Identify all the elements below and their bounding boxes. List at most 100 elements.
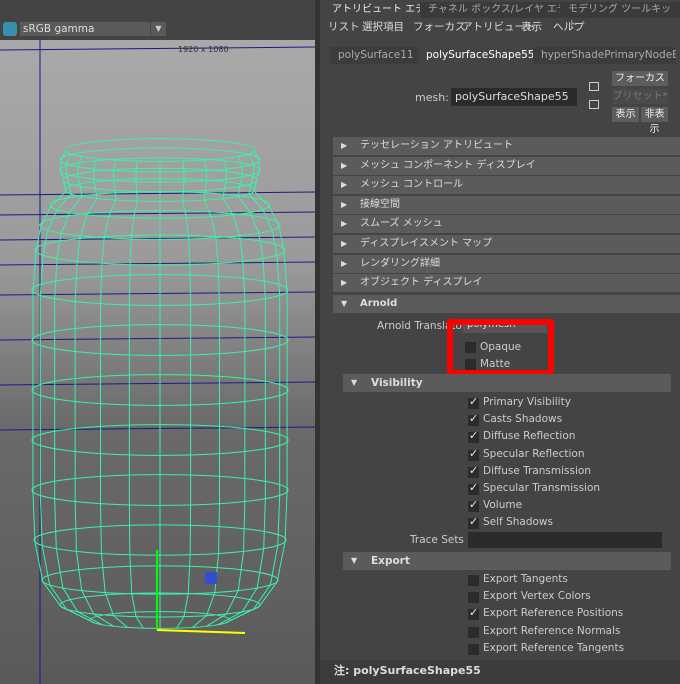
triangle-down-icon: ▼ xyxy=(351,378,358,387)
wire-meridian xyxy=(128,161,144,629)
checkbox[interactable] xyxy=(468,626,479,638)
checkbox-label: Primary Visibility xyxy=(483,396,571,408)
trace-sets-field[interactable] xyxy=(468,532,662,548)
resolution-gate-label: 1920 x 1080 xyxy=(178,45,229,54)
checkbox-label: Volume xyxy=(483,499,523,512)
checkbox-label: Export Reference Normals xyxy=(483,624,621,637)
jar-wireframe xyxy=(0,40,315,684)
wire-meridian xyxy=(100,159,128,628)
checkbox-label: Specular Reflection xyxy=(483,447,585,460)
section-label: オブジェクト ディスプレイ xyxy=(360,277,483,289)
wire-meridian xyxy=(54,156,103,626)
wire-meridian xyxy=(192,159,220,628)
node-tab-polysurface11[interactable]: polySurface11 xyxy=(330,47,422,64)
section-label: 接線空間 xyxy=(360,198,400,210)
menu-selected[interactable]: 選択項目 xyxy=(362,19,404,34)
checkbox[interactable] xyxy=(468,464,479,478)
highlight-box xyxy=(447,319,554,376)
menu-show[interactable]: 表示 xyxy=(521,19,542,34)
section-collapsed[interactable]: ▶ スムーズ メッシュ xyxy=(333,215,680,234)
checkbox-label: Diffuse Reflection xyxy=(483,430,576,443)
triangle-right-icon: ▶ xyxy=(341,199,348,209)
section-collapsed[interactable]: ▶ オブジェクト ディスプレイ xyxy=(333,274,680,293)
mesh-label: mesh: xyxy=(415,91,449,104)
section-label: メッシュ コントロール xyxy=(360,179,464,191)
checkbox-label: Specular Transmission xyxy=(483,482,601,494)
checkbox[interactable] xyxy=(468,643,479,655)
triangle-right-icon: ▶ xyxy=(341,239,348,248)
wire-meridian xyxy=(229,151,288,622)
triangle-right-icon: ▶ xyxy=(341,160,348,170)
wire-meridian xyxy=(217,156,266,626)
section-collapsed[interactable]: ▶ テッセレーション アトリビュート xyxy=(333,137,680,155)
triangle-right-icon: ▶ xyxy=(341,219,348,229)
load-input-icon[interactable] xyxy=(589,82,599,91)
section-collapsed[interactable]: ▶ ディスプレイスメント マップ xyxy=(333,235,680,253)
checkbox-label: Export Reference Positions xyxy=(483,607,624,620)
chevron-down-icon[interactable]: ▼ xyxy=(151,22,166,36)
grid-line xyxy=(0,291,315,296)
node-tab-hypershade[interactable]: hyperShadePrimaryNodeEd xyxy=(533,47,676,64)
menu-list[interactable]: リスト xyxy=(328,19,360,34)
wire-meridian xyxy=(176,161,192,629)
focus-button[interactable]: フォーカス xyxy=(612,71,668,86)
menu-help[interactable]: ヘルプ xyxy=(553,19,585,34)
show-button[interactable]: 表示 xyxy=(612,107,639,122)
trace-sets-label: Trace Sets xyxy=(410,534,464,546)
checkbox[interactable] xyxy=(468,498,479,513)
wire-meridian xyxy=(206,158,246,627)
grid-line xyxy=(0,336,315,341)
color-space-select[interactable]: sRGB gamma xyxy=(20,22,150,36)
checkbox[interactable] xyxy=(468,395,479,409)
section-label: Arnold xyxy=(360,298,398,309)
tab-modeling-toolkit[interactable]: モデリング ツールキット xyxy=(560,2,680,31)
grid-line xyxy=(0,46,315,51)
color-management-icon[interactable] xyxy=(3,22,17,36)
checkbox[interactable] xyxy=(468,429,479,444)
pivot-handle xyxy=(205,572,217,584)
triangle-right-icon: ▶ xyxy=(341,180,348,190)
section-arnold[interactable]: ▼ Arnold xyxy=(333,295,680,313)
section-collapsed[interactable]: ▶ 接線空間 xyxy=(333,195,680,214)
checkbox[interactable] xyxy=(468,481,479,495)
checkbox-label: Export Tangents xyxy=(483,573,568,585)
wire-meridian xyxy=(74,158,114,627)
checkbox-label: Export Vertex Colors xyxy=(483,590,591,603)
status-note: 注: polySurfaceShape55 xyxy=(320,660,680,684)
section-label: ディスプレイスメント マップ xyxy=(360,238,493,249)
preset-button[interactable]: プリセット* xyxy=(612,89,668,104)
node-tab-polysurfaceshape55[interactable]: polySurfaceShape55 xyxy=(418,47,543,64)
triangle-down-icon: ▼ xyxy=(351,556,358,565)
wire-meridian xyxy=(32,151,91,622)
section-export[interactable]: ▼ Export xyxy=(343,552,671,570)
triangle-right-icon: ▶ xyxy=(341,278,348,288)
section-label: Visibility xyxy=(371,377,423,389)
mesh-name-field[interactable]: polySurfaceShape55 xyxy=(451,88,577,106)
grid-line xyxy=(0,426,315,431)
section-label: テッセレーション アトリビュート xyxy=(360,140,513,151)
checkbox[interactable] xyxy=(468,412,479,427)
load-output-icon[interactable] xyxy=(589,100,599,109)
section-collapsed[interactable]: ▶ レンダリング詳細 xyxy=(333,254,680,273)
triangle-right-icon: ▶ xyxy=(341,141,348,150)
section-visibility[interactable]: ▼ Visibility xyxy=(343,374,671,392)
checkbox[interactable] xyxy=(468,447,479,461)
menu-focus[interactable]: フォーカス xyxy=(413,19,466,34)
checkbox[interactable] xyxy=(468,606,479,621)
checkbox-label: Diffuse Transmission xyxy=(483,464,591,477)
hide-button[interactable]: 非表示 xyxy=(641,107,668,135)
viewport[interactable] xyxy=(0,40,315,684)
checkbox-label: Self Shadows xyxy=(483,516,553,529)
checkbox-label: Casts Shadows xyxy=(483,413,563,426)
section-label: レンダリング詳細 xyxy=(360,257,440,269)
triangle-right-icon: ▶ xyxy=(341,258,348,268)
checkbox[interactable] xyxy=(468,592,479,604)
section-collapsed[interactable]: ▶ メッシュ コントロール xyxy=(333,176,680,195)
section-label: メッシュ コンポーネント ディスプレイ xyxy=(360,159,536,171)
checkbox[interactable] xyxy=(468,515,479,530)
section-label: Export xyxy=(371,555,410,567)
section-collapsed[interactable]: ▶ メッシュ コンポーネント ディスプレイ xyxy=(333,156,680,175)
grid-line xyxy=(0,191,315,196)
checkbox[interactable] xyxy=(468,575,479,586)
x-axis-manipulator xyxy=(156,629,246,634)
